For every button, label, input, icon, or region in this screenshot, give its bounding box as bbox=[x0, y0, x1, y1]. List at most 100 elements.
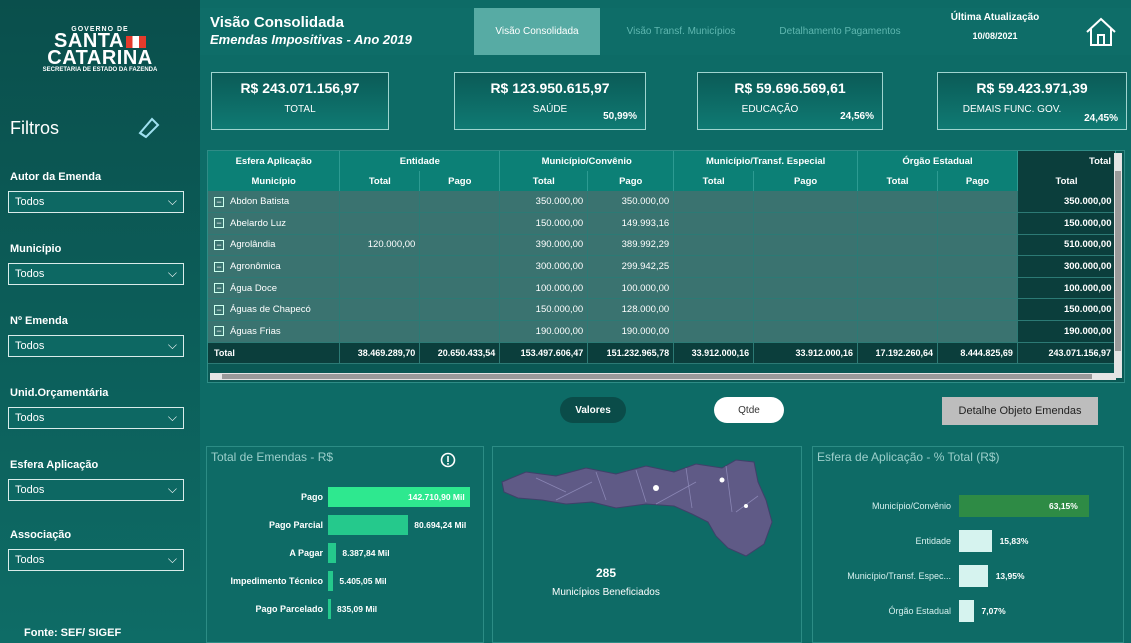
bar-label: A Pagar bbox=[289, 548, 323, 558]
detalhe-objeto-button[interactable]: Detalhe Objeto Emendas bbox=[942, 397, 1098, 425]
card-label: DEMAIS FUNC. GOV. bbox=[962, 104, 1062, 115]
value-cell bbox=[753, 234, 859, 257]
map-label: Municípios Beneficiados bbox=[552, 587, 660, 598]
expand-icon[interactable]: − bbox=[214, 326, 224, 337]
bar-value: 15,83% bbox=[999, 536, 1029, 546]
total-cell: 17.192.260,64 bbox=[857, 342, 938, 365]
flag-icon bbox=[125, 35, 146, 48]
tab-visao-consolidada[interactable]: Visão Consolidada bbox=[474, 8, 600, 55]
value-cell: 300.000,00 bbox=[499, 255, 589, 278]
value-cell bbox=[857, 191, 938, 214]
value-cell bbox=[937, 277, 1018, 300]
value-cell: 350.000,00 bbox=[1017, 191, 1116, 214]
value-cell bbox=[753, 320, 859, 343]
table-row[interactable]: − Águas Frias 190.000,00 190.000,00 190.000,… bbox=[208, 320, 1116, 343]
value-cell: 150.000,00 bbox=[1017, 212, 1116, 235]
value-cell: 128.000,00 bbox=[587, 298, 675, 322]
col-header[interactable]: Total bbox=[1017, 151, 1117, 171]
card-value: R$ 243.071.156,97 bbox=[240, 80, 360, 96]
bar[interactable] bbox=[328, 515, 409, 535]
filter-select-autor[interactable]: Todos ⌵ bbox=[8, 191, 184, 213]
value-cell bbox=[419, 277, 501, 300]
value-cell bbox=[857, 320, 938, 343]
col-header[interactable]: Total bbox=[339, 171, 421, 191]
col-header[interactable]: Município/Transf. Especial bbox=[673, 151, 859, 171]
col-header[interactable]: Município/Convênio bbox=[499, 151, 675, 171]
value-cell bbox=[937, 212, 1018, 235]
total-cell: 153.497.606,47 bbox=[499, 342, 589, 365]
table-row[interactable]: − Águas de Chapecó 150.000,00 128.000,00 150… bbox=[208, 298, 1116, 322]
home-icon[interactable] bbox=[1084, 16, 1118, 48]
qtde-button[interactable]: Qtde bbox=[714, 397, 784, 423]
bar[interactable] bbox=[328, 571, 334, 591]
col-header[interactable]: Entidade bbox=[339, 151, 501, 171]
value-cell bbox=[937, 234, 1018, 257]
card-value: R$ 123.950.615,97 bbox=[490, 80, 610, 96]
filter-select-unid[interactable]: Todos ⌵ bbox=[8, 407, 184, 429]
col-header[interactable]: Total bbox=[673, 171, 755, 191]
table-row[interactable]: − Agrolândia 120.000,00 390.000,00 389.992,2… bbox=[208, 234, 1116, 257]
table-row[interactable]: − Abdon Batista 350.000,00 350.000,00 350.00… bbox=[208, 191, 1116, 214]
col-header[interactable]: Município bbox=[208, 171, 341, 191]
col-header[interactable]: Pago bbox=[937, 171, 1018, 191]
col-header[interactable]: Órgão Estadual bbox=[857, 151, 1018, 171]
scroll-thumb[interactable] bbox=[1115, 171, 1121, 351]
expand-icon[interactable]: − bbox=[214, 283, 224, 294]
filter-select-municipio[interactable]: Todos ⌵ bbox=[8, 263, 184, 285]
expand-icon[interactable]: − bbox=[214, 239, 224, 250]
valores-button[interactable]: Valores bbox=[560, 397, 626, 423]
chevron-down-icon: ⌵ bbox=[167, 410, 177, 424]
value-cell bbox=[339, 298, 421, 322]
table-row[interactable]: − Agronômica 300.000,00 299.942,25 300.000,0… bbox=[208, 255, 1116, 278]
bar-label: Pago Parcial bbox=[268, 520, 323, 530]
col-header[interactable]: Total bbox=[857, 171, 938, 191]
bar-label: Município/Convênio bbox=[871, 501, 951, 511]
table-row[interactable]: − Abelardo Luz 150.000,00 149.993,16 150.000… bbox=[208, 212, 1116, 235]
vertical-scrollbar[interactable] bbox=[1114, 153, 1122, 378]
value-cell bbox=[419, 191, 501, 214]
col-header[interactable]: Pago bbox=[419, 171, 501, 191]
value-cell: 100.000,00 bbox=[1017, 277, 1116, 300]
expand-icon[interactable]: − bbox=[214, 261, 224, 272]
value-cell: 300.000,00 bbox=[1017, 255, 1116, 278]
bar[interactable] bbox=[959, 530, 992, 552]
table-row[interactable]: − Água Doce 100.000,00 100.000,00 100.000,00 bbox=[208, 277, 1116, 300]
value-cell: 389.992,29 bbox=[587, 234, 675, 257]
value-cell bbox=[937, 298, 1018, 322]
bar-value: 13,95% bbox=[995, 571, 1025, 581]
expand-icon[interactable]: − bbox=[214, 304, 224, 315]
santa-catarina-map[interactable] bbox=[496, 452, 786, 562]
bar-label: Órgão Estadual bbox=[888, 606, 951, 616]
tab-visao-transf-municipios[interactable]: Visão Transf. Municípios bbox=[608, 8, 754, 55]
horizontal-scrollbar[interactable] bbox=[210, 373, 1116, 380]
filter-select-esfera[interactable]: Todos ⌵ bbox=[8, 479, 184, 501]
tab-detalhamento-pagamentos[interactable]: Detalhamento Pagamentos bbox=[762, 8, 918, 55]
municipio-name: Águas de Chapecó bbox=[230, 304, 311, 316]
eraser-icon[interactable] bbox=[136, 113, 162, 139]
filter-value: Todos bbox=[15, 340, 45, 352]
filter-select-associacao[interactable]: Todos ⌵ bbox=[8, 549, 184, 571]
expand-icon[interactable]: − bbox=[214, 196, 224, 207]
expand-icon[interactable]: − bbox=[214, 218, 224, 229]
col-header[interactable]: Esfera Aplicação bbox=[208, 151, 341, 171]
col-header[interactable]: Pago bbox=[753, 171, 859, 191]
bar[interactable] bbox=[328, 599, 331, 619]
col-header[interactable]: Pago bbox=[587, 171, 675, 191]
chevron-down-icon: ⌵ bbox=[167, 338, 177, 352]
municipio-cell: − Agronômica bbox=[208, 255, 341, 278]
value-cell bbox=[673, 212, 755, 235]
total-emendas-panel: Total de Emendas - R$ Pago 142.710,90 Mil… bbox=[206, 446, 484, 643]
filter-select-emenda[interactable]: Todos ⌵ bbox=[8, 335, 184, 357]
col-header[interactable]: Total bbox=[499, 171, 589, 191]
value-cell: 350.000,00 bbox=[499, 191, 589, 214]
scroll-thumb[interactable] bbox=[222, 374, 1092, 379]
col-header[interactable]: Total bbox=[1017, 171, 1117, 191]
panel-title: Esfera de Aplicação - % Total (R$) bbox=[817, 450, 1000, 464]
value-cell: 190.000,00 bbox=[499, 320, 589, 343]
bar[interactable] bbox=[959, 565, 988, 587]
bar[interactable] bbox=[959, 600, 974, 622]
last-update-label: Última Atualização bbox=[950, 12, 1040, 23]
municipio-cell: − Abdon Batista bbox=[208, 191, 341, 214]
info-icon[interactable] bbox=[440, 452, 456, 468]
bar[interactable] bbox=[328, 543, 337, 563]
